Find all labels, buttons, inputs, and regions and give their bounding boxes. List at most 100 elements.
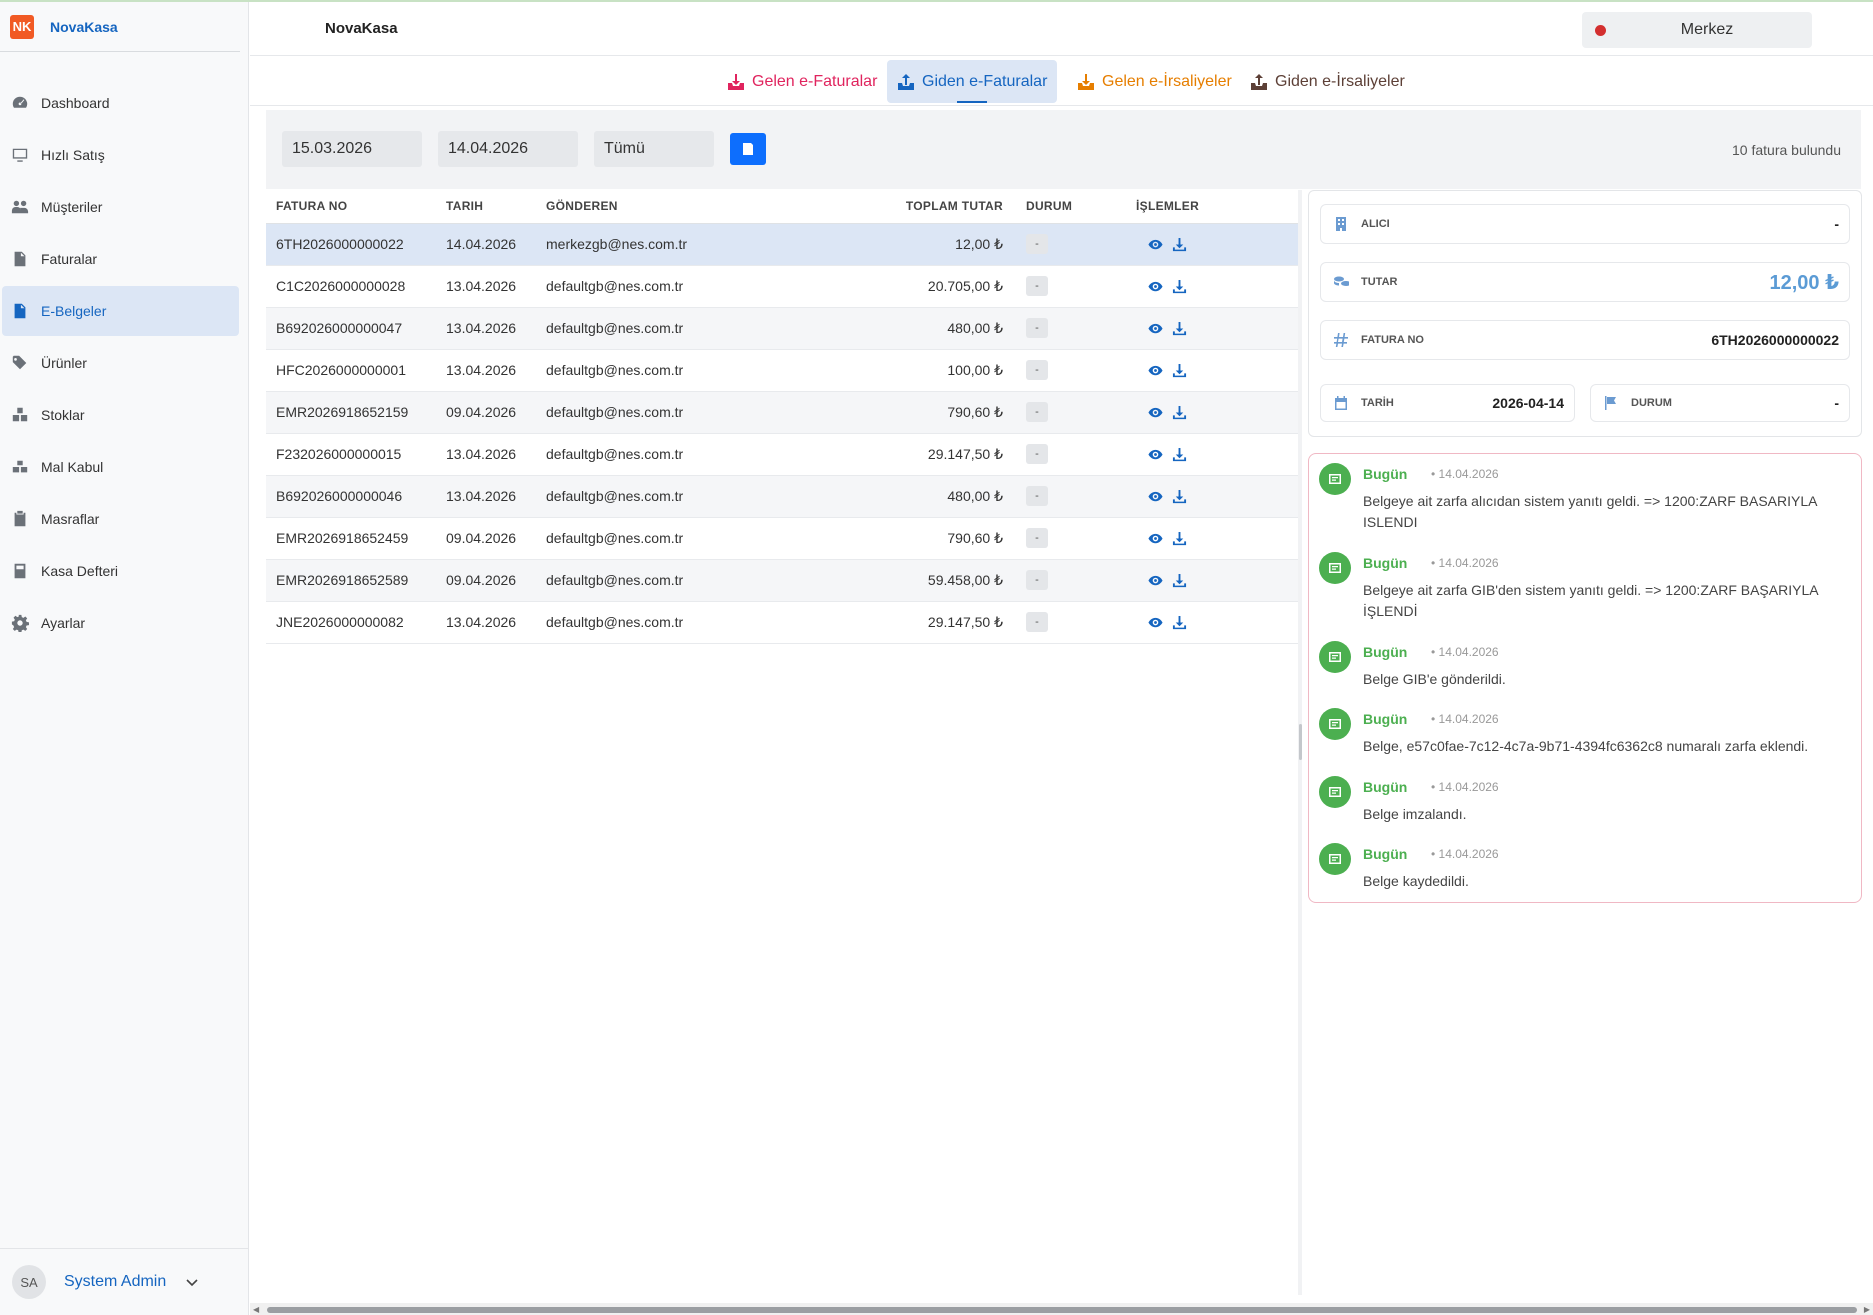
download-icon[interactable] <box>1172 321 1187 336</box>
scroll-left-icon[interactable]: ◀ <box>253 1305 259 1314</box>
table-row[interactable]: HFC2026000000001 13.04.2026 defaultgb@nes.… <box>266 349 1298 392</box>
tab-label: Giden e-Faturalar <box>922 72 1048 90</box>
date-to-input[interactable]: 14.04.2026 <box>438 131 578 167</box>
truck-boxes-icon <box>10 457 30 477</box>
filter-bar: 15.03.2026 14.04.2026 Tümü 10 fatura bul… <box>266 110 1861 189</box>
amount-cell: 480,00 ₺ <box>886 307 1016 350</box>
actions-cell <box>1126 517 1298 560</box>
table-row[interactable]: 6TH2026000000022 14.04.2026 merkezgb@nes.c… <box>266 223 1298 266</box>
branch-selector[interactable]: Merkez <box>1582 12 1812 48</box>
column-header[interactable]: FATURA NO <box>266 190 436 224</box>
column-header[interactable]: TOPLAM TUTAR <box>886 190 1016 224</box>
sidebar-item-ayarlar[interactable]: Ayarlar <box>2 598 239 648</box>
date-from-input[interactable]: 15.03.2026 <box>282 131 422 167</box>
sidebar-nav: Dashboard Hızlı Satış Müşteriler Fatural… <box>0 78 248 648</box>
download-icon[interactable] <box>1172 489 1187 504</box>
sidebar-item-mal-kabul[interactable]: Mal Kabul <box>2 442 239 492</box>
sidebar-item-hizli-satis[interactable]: Hızlı Satış <box>2 130 239 180</box>
amount-cell: 790,60 ₺ <box>886 391 1016 434</box>
tab-gelen-e-faturalar[interactable]: Gelen e-Faturalar <box>717 60 887 103</box>
download-icon[interactable] <box>1172 531 1187 546</box>
table-row[interactable]: EMR2026918652459 09.04.2026 defaultgb@nes.… <box>266 517 1298 560</box>
table-row[interactable]: B692026000000046 13.04.2026 defaultgb@nes.… <box>266 475 1298 518</box>
sidebar-item-urunler[interactable]: Ürünler <box>2 338 239 388</box>
table-row[interactable]: F232026000000015 13.04.2026 defaultgb@nes.… <box>266 433 1298 476</box>
table-header-row: FATURA NO TARIH GÖNDEREN TOPLAM TUTAR DU… <box>266 190 1298 224</box>
sidebar: NK NovaKasa Dashboard Hızlı Satış Müşter… <box>0 2 249 1315</box>
timeline-date: • 14.04.2026 <box>1431 556 1499 570</box>
sidebar-item-label: Dashboard <box>41 95 110 111</box>
user-menu[interactable]: SA System Admin <box>0 1248 249 1315</box>
row-actions <box>1136 405 1298 420</box>
status-badge: - <box>1026 402 1048 422</box>
eye-icon[interactable] <box>1148 573 1163 588</box>
sidebar-item-faturalar[interactable]: Faturalar <box>2 234 239 284</box>
timeline-day: Bugün <box>1363 644 1408 660</box>
download-icon[interactable] <box>1172 363 1187 378</box>
status-cell: - <box>1016 559 1126 602</box>
column-header[interactable]: TARIH <box>436 190 536 224</box>
tab-label: Gelen e-Faturalar <box>752 72 878 90</box>
scrollbar-thumb[interactable] <box>267 1307 1857 1313</box>
download-icon[interactable] <box>1172 447 1187 462</box>
tab-giden-e-faturalar[interactable]: Giden e-Faturalar <box>887 60 1058 103</box>
actions-cell <box>1126 601 1298 644</box>
sidebar-item-kasa-defteri[interactable]: Kasa Defteri <box>2 546 239 596</box>
sidebar-item-stoklar[interactable]: Stoklar <box>2 390 239 440</box>
sidebar-item-musteriler[interactable]: Müşteriler <box>2 182 239 232</box>
status-badge: - <box>1026 486 1048 506</box>
invoice-no-cell: JNE2026000000082 <box>266 601 436 644</box>
column-header[interactable]: DURUM <box>1016 190 1126 224</box>
sender-cell: defaultgb@nes.com.tr <box>536 307 886 350</box>
book-icon <box>10 561 30 581</box>
timeline-day: Bugün <box>1363 711 1408 727</box>
sidebar-item-masraflar[interactable]: Masraflar <box>2 494 239 544</box>
gauge-icon <box>10 93 30 113</box>
download-icon[interactable] <box>1172 615 1187 630</box>
timeline-date: • 14.04.2026 <box>1431 780 1499 794</box>
column-header[interactable]: GÖNDEREN <box>536 190 886 224</box>
eye-icon[interactable] <box>1148 531 1163 546</box>
download-icon[interactable] <box>1172 279 1187 294</box>
actions-cell <box>1126 265 1298 308</box>
table-row[interactable]: EMR2026918652589 09.04.2026 defaultgb@nes.… <box>266 559 1298 602</box>
search-button[interactable] <box>730 133 766 165</box>
timeline-day: Bugün <box>1363 466 1408 482</box>
horizontal-scrollbar[interactable]: ◀ ▶ <box>250 1303 1873 1315</box>
download-icon[interactable] <box>1172 405 1187 420</box>
eye-icon[interactable] <box>1148 489 1163 504</box>
eye-icon[interactable] <box>1148 279 1163 294</box>
clipboard-icon <box>10 509 30 529</box>
tab-gelen-e-irsaliyeler[interactable]: Gelen e-İrsaliyeler <box>1067 60 1242 103</box>
status-cell: - <box>1016 223 1126 266</box>
chevron-down-icon[interactable] <box>184 1274 200 1290</box>
status-select[interactable]: Tümü <box>594 131 714 167</box>
table-row[interactable]: B692026000000047 13.04.2026 defaultgb@nes.… <box>266 307 1298 350</box>
table-row[interactable]: JNE2026000000082 13.04.2026 defaultgb@nes.… <box>266 601 1298 644</box>
sender-cell: defaultgb@nes.com.tr <box>536 433 886 476</box>
download-icon[interactable] <box>1172 237 1187 252</box>
result-count: 10 fatura bulundu <box>1732 142 1841 158</box>
download-icon[interactable] <box>1172 573 1187 588</box>
eye-icon[interactable] <box>1148 321 1163 336</box>
amount-cell: 29.147,50 ₺ <box>886 601 1016 644</box>
sender-cell: defaultgb@nes.com.tr <box>536 349 886 392</box>
eye-icon[interactable] <box>1148 615 1163 630</box>
sidebar-item-dashboard[interactable]: Dashboard <box>2 78 239 128</box>
table-row[interactable]: EMR2026918652159 09.04.2026 defaultgb@nes.… <box>266 391 1298 434</box>
eye-icon[interactable] <box>1148 363 1163 378</box>
sidebar-item-e-belgeler[interactable]: E-Belgeler <box>2 286 239 336</box>
brand[interactable]: NK NovaKasa <box>0 2 240 52</box>
timeline-day: Bugün <box>1363 555 1408 571</box>
eye-icon[interactable] <box>1148 405 1163 420</box>
tab-giden-e-irsaliyeler[interactable]: Giden e-İrsaliyeler <box>1240 60 1415 103</box>
resize-handle[interactable] <box>1299 724 1302 760</box>
timeline-text: Belge, e57c0fae-7c12-4c7a-9b71-4394fc636… <box>1363 738 1809 754</box>
status-badge: - <box>1026 318 1048 338</box>
table-row[interactable]: C1C2026000000028 13.04.2026 defaultgb@nes.… <box>266 265 1298 308</box>
scroll-right-icon[interactable]: ▶ <box>1864 1305 1870 1314</box>
field-label: TUTAR <box>1361 276 1398 288</box>
eye-icon[interactable] <box>1148 237 1163 252</box>
eye-icon[interactable] <box>1148 447 1163 462</box>
row-actions <box>1136 531 1298 546</box>
